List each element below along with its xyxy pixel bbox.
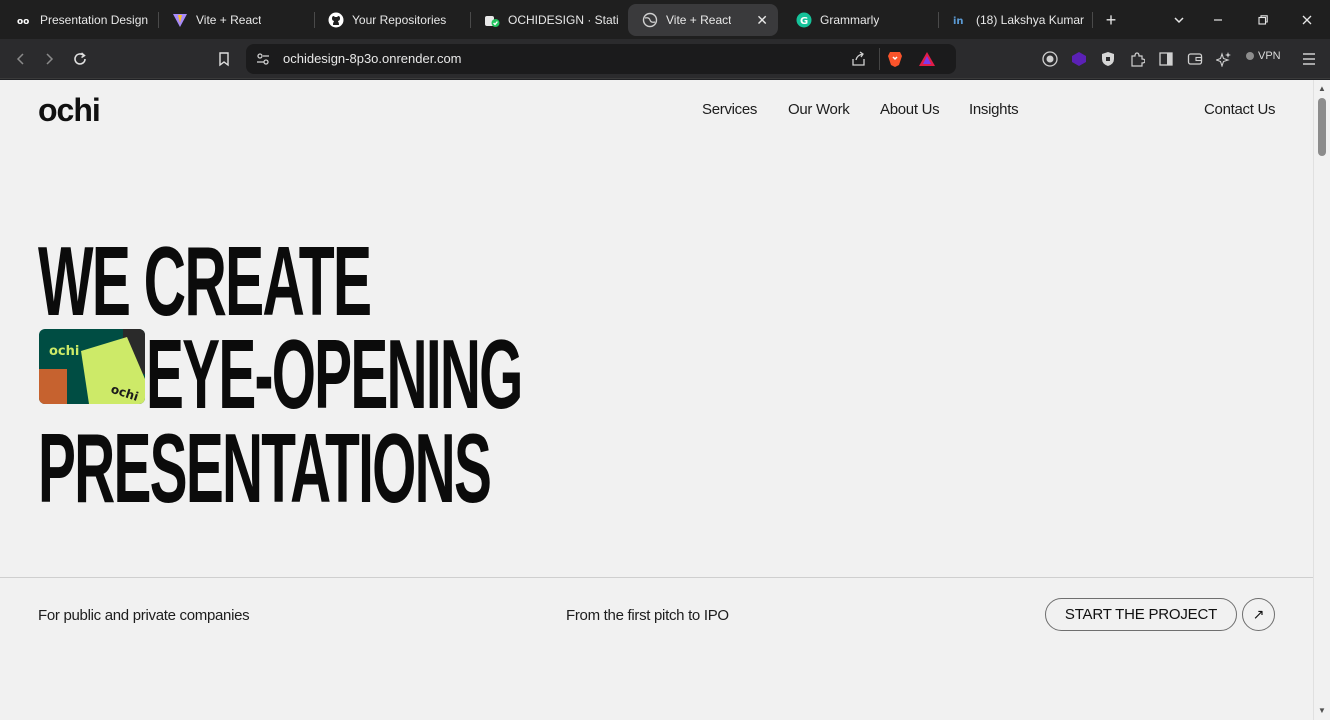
render-icon [484,12,500,28]
tab-presentation-design[interactable]: oo Presentation Design [2,4,154,36]
close-window-icon[interactable] [1293,6,1321,34]
svg-text:G: G [800,16,808,27]
page-scrollbar[interactable]: ▲ ▼ [1313,80,1330,720]
site-settings-icon[interactable] [255,51,271,72]
hero-image-logo-text: ochi [49,344,79,359]
nav-services[interactable]: Services [702,101,757,118]
tab-linkedin[interactable]: in (18) Lakshya Kumar [938,4,1088,36]
svg-text:in: in [953,16,964,27]
nav-our-work[interactable]: Our Work [788,101,850,118]
hero-line-3: PRESENTATIONS [38,413,492,523]
url-text[interactable]: ochidesign-8p3o.onrender.com [283,51,462,66]
scrollbar-thumb[interactable] [1318,98,1326,156]
grammarly-icon: G [796,12,812,28]
tab-title: Grammarly [820,13,880,27]
tab-title: Presentation Design [40,13,149,27]
wallet-icon[interactable] [1184,48,1206,70]
share-icon[interactable] [850,51,867,72]
tab-search-dropdown-icon[interactable] [1165,6,1193,34]
scroll-up-icon[interactable]: ▲ [1317,84,1327,93]
extensions-puzzle-icon[interactable] [1126,48,1148,70]
bookmark-icon[interactable] [213,48,235,70]
vpn-status-icon [1246,52,1254,60]
nav-contact-us[interactable]: Contact Us [1204,101,1276,118]
start-project-button[interactable]: START THE PROJECT [1045,598,1237,631]
tab-your-repositories[interactable]: Your Repositories [314,4,466,36]
extension-purple-icon[interactable] [1068,48,1090,70]
tab-title: Vite + React [196,13,262,27]
github-icon [328,12,344,28]
tab-vite-react[interactable]: Vite + React [158,4,308,36]
media-record-icon[interactable] [1039,48,1061,70]
tab-title: Your Repositories [352,13,447,27]
shield-extension-icon[interactable] [1097,48,1119,70]
restore-window-icon[interactable] [1249,6,1277,34]
page-viewport: ochi Services Our Work About Us Insights… [0,80,1313,720]
browser-tab-strip: oo Presentation Design Vite + React Your… [0,0,1330,39]
tab-ochidesign-static[interactable]: OCHIDESIGN · Static [470,4,618,36]
tab-title: OCHIDESIGN · Static [508,13,618,27]
nav-insights[interactable]: Insights [969,101,1019,118]
hero-line-2: EYE-OPENING [146,319,523,429]
new-tab-button[interactable]: + [1097,6,1125,34]
brave-shields-icon[interactable] [886,50,904,73]
nav-about-us[interactable]: About Us [880,101,940,118]
hero-line-1: WE CREATE [38,226,372,336]
section-divider [0,577,1313,578]
tagline-companies: For public and private companies [38,607,250,624]
tab-title: Vite + React [666,13,732,27]
vite-icon [172,12,188,28]
brave-rewards-icon[interactable] [918,51,936,72]
tab-title: (18) Lakshya Kumar [976,13,1085,27]
vpn-button[interactable]: VPN [1246,50,1281,62]
tab-vite-react-active[interactable]: Vite + React ✕ [628,4,778,36]
close-tab-icon[interactable]: ✕ [756,12,768,28]
ochi-logo[interactable]: ochi [38,92,101,129]
forward-arrow-icon[interactable] [38,48,60,70]
back-arrow-icon[interactable] [10,48,32,70]
linkedin-icon: in [952,12,968,28]
ochi-favicon-icon: oo [16,12,32,28]
hero-thumbnail-image: ochi ochi [39,329,145,404]
leo-ai-icon[interactable] [1213,48,1235,70]
address-bar[interactable]: ochidesign-8p3o.onrender.com [246,44,956,74]
globe-icon [642,12,658,28]
reload-icon[interactable] [69,48,91,70]
tab-grammarly[interactable]: G Grammarly [782,4,934,36]
arrow-up-right-icon[interactable]: ↗ [1242,598,1275,631]
sidebar-toggle-icon[interactable] [1155,48,1177,70]
scroll-down-icon[interactable]: ▼ [1317,706,1327,715]
svg-text:oo: oo [17,17,29,27]
browser-toolbar: ochidesign-8p3o.onrender.com VPN [0,39,1330,79]
minimize-window-icon[interactable] [1204,6,1232,34]
menu-hamburger-icon[interactable] [1298,48,1320,70]
vpn-label: VPN [1258,50,1281,62]
tagline-pitch: From the first pitch to IPO [566,607,729,624]
